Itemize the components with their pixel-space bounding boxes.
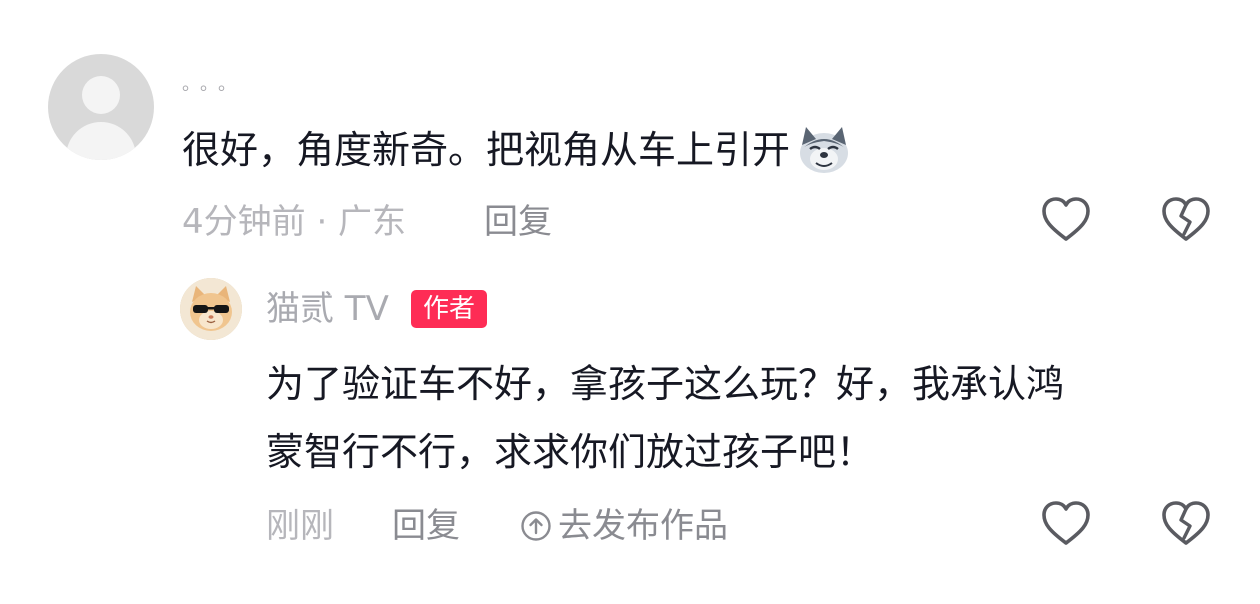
avatar-placeholder-body — [66, 122, 136, 160]
avatar-placeholder-head — [82, 76, 120, 114]
broken-heart-icon[interactable] — [1160, 196, 1212, 244]
broken-heart-icon[interactable] — [1160, 500, 1212, 548]
publish-work-label: 去发布作品 — [558, 506, 728, 546]
author-username[interactable]: 猫贰 TV — [266, 287, 389, 331]
cat-sunglasses-avatar-icon — [180, 278, 242, 340]
heart-outline-icon[interactable] — [1040, 196, 1092, 244]
reply-text: 为了验证车不好，拿孩子这么玩？好，我承认鸿 蒙智行不行，求求你们放过孩子吧！ — [266, 350, 1196, 486]
comment-text-body: 很好，角度新奇。把视角从车上引开 — [182, 128, 791, 172]
comment-time-location: 4分钟前 · 广东 — [182, 202, 407, 242]
doge-emoji-icon — [800, 126, 849, 173]
commenter-avatar[interactable] — [48, 54, 154, 160]
comment-text: 很好，角度新奇。把视角从车上引开 — [182, 124, 852, 176]
reply-text-line-2: 蒙智行不行，求求你们放过孩子吧！ — [266, 430, 875, 474]
author-avatar[interactable] — [180, 278, 242, 340]
commenter-username[interactable]: 。。。 — [182, 74, 245, 96]
arrow-up-circle-icon — [521, 511, 551, 541]
reply-text-line-1: 为了验证车不好，拿孩子这么玩？好，我承认鸿 — [266, 362, 1065, 406]
comment-reply-button[interactable]: 回复 — [484, 198, 552, 246]
publish-work-button[interactable]: 去发布作品 — [520, 502, 728, 550]
reply-reply-button[interactable]: 回复 — [392, 502, 460, 550]
reply-time: 刚刚 — [266, 506, 334, 546]
heart-outline-icon[interactable] — [1040, 500, 1092, 548]
author-badge: 作者 — [411, 290, 488, 328]
